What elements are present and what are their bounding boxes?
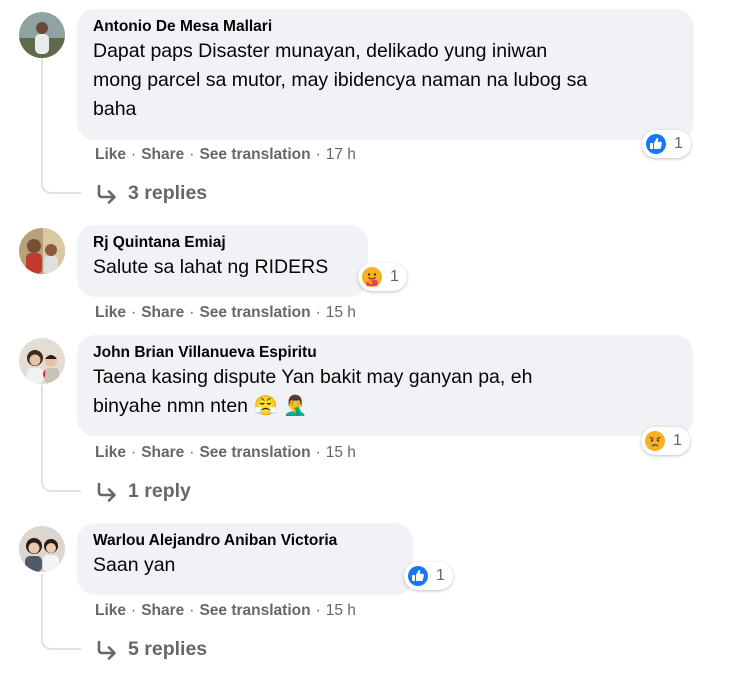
separator: ·	[315, 444, 321, 461]
share-button[interactable]: Share	[141, 146, 184, 163]
comment-timestamp[interactable]: 15 h	[326, 304, 356, 321]
reply-arrow-icon	[97, 482, 116, 502]
thread-connector	[41, 385, 43, 476]
sad-face-icon	[645, 431, 665, 451]
comment-actions: Like · Share · See translation · 15 h	[95, 303, 356, 323]
see-translation-link[interactable]: See translation	[199, 146, 310, 163]
separator: ·	[315, 304, 321, 321]
reaction-summary[interactable]: 1	[358, 263, 407, 291]
thread-connector	[41, 168, 81, 194]
comment-timestamp[interactable]: 17 h	[326, 146, 356, 163]
thread-connector	[41, 466, 81, 492]
comment-bubble: Antonio De Mesa Mallari Dapat paps Disas…	[77, 9, 694, 140]
care-hug-icon	[362, 267, 382, 287]
separator: ·	[315, 602, 321, 619]
avatar[interactable]	[19, 338, 65, 384]
comment-actions: Like · Share · See translation · 15 h	[95, 443, 356, 463]
comment-timestamp[interactable]: 15 h	[326, 602, 356, 619]
reply-arrow-icon	[97, 640, 116, 660]
comment-actions: Like · Share · See translation · 17 h	[95, 145, 356, 165]
comment-bubble: Warlou Alejandro Aniban Victoria Saan ya…	[77, 523, 413, 595]
share-button[interactable]: Share	[141, 304, 184, 321]
reaction-summary[interactable]: 1	[642, 130, 691, 158]
reaction-summary[interactable]: 1	[404, 562, 453, 590]
separator: ·	[189, 602, 195, 619]
see-translation-link[interactable]: See translation	[199, 602, 310, 619]
comment-actions: Like · Share · See translation · 15 h	[95, 601, 356, 621]
comment-text-line: Dapat paps Disaster munayan, delikado yu…	[93, 40, 548, 62]
avatar[interactable]	[19, 526, 65, 572]
comment-thread: Antonio De Mesa Mallari Dapat paps Disas…	[0, 0, 750, 675]
avatar[interactable]	[19, 228, 65, 274]
like-button[interactable]: Like	[95, 304, 126, 321]
comment-bubble: Rj Quintana Emiaj Salute sa lahat ng RID…	[77, 225, 368, 297]
reaction-count: 1	[673, 432, 682, 449]
comment-author[interactable]: John Brian Villanueva Espiritu	[93, 343, 679, 363]
comment-text: Taena kasing dispute Yan bakit may ganya…	[93, 363, 679, 421]
like-button[interactable]: Like	[95, 602, 126, 619]
comment-text-line: baha	[93, 98, 137, 120]
replies-label: 3 replies	[128, 182, 208, 204]
replies-label: 5 replies	[128, 638, 208, 660]
comment-author[interactable]: Rj Quintana Emiaj	[93, 233, 354, 253]
comment-text: Salute sa lahat ng RIDERS	[93, 253, 354, 282]
thread-connector	[41, 624, 81, 650]
separator: ·	[131, 602, 137, 619]
separator: ·	[189, 146, 195, 163]
view-replies-button[interactable]: 1 reply	[96, 480, 191, 503]
view-replies-button[interactable]: 5 replies	[96, 638, 207, 661]
comment-bubble: John Brian Villanueva Espiritu Taena kas…	[77, 335, 693, 436]
comment-timestamp[interactable]: 15 h	[326, 444, 356, 461]
reply-arrow-icon	[97, 184, 116, 204]
separator: ·	[131, 146, 137, 163]
separator: ·	[131, 304, 137, 321]
comment-text: Saan yan	[93, 551, 399, 580]
reaction-count: 1	[436, 567, 445, 584]
separator: ·	[315, 146, 321, 163]
share-button[interactable]: Share	[141, 444, 184, 461]
thread-connector	[41, 58, 43, 177]
view-replies-button[interactable]: 3 replies	[96, 182, 207, 205]
like-button[interactable]: Like	[95, 146, 126, 163]
comment-text-line: binyahe nmn nten 😤 🤦‍♂️	[93, 395, 308, 417]
thumbs-up-icon	[408, 566, 428, 586]
comment-author[interactable]: Warlou Alejandro Aniban Victoria	[93, 531, 399, 551]
share-button[interactable]: Share	[141, 602, 184, 619]
thumbs-up-icon	[646, 134, 666, 154]
comment-text: Dapat paps Disaster munayan, delikado yu…	[93, 37, 680, 124]
comment-text-line: Saan yan	[93, 554, 176, 576]
reaction-count: 1	[674, 135, 683, 152]
see-translation-link[interactable]: See translation	[199, 304, 310, 321]
comment-author[interactable]: Antonio De Mesa Mallari	[93, 17, 680, 37]
avatar[interactable]	[19, 12, 65, 58]
separator: ·	[189, 304, 195, 321]
replies-label: 1 reply	[128, 480, 191, 502]
like-button[interactable]: Like	[95, 444, 126, 461]
comment-text-line: mong parcel sa mutor, may ibidencya nama…	[93, 69, 588, 91]
comment-text-line: Taena kasing dispute Yan bakit may ganya…	[93, 366, 533, 388]
reaction-summary[interactable]: 1	[641, 427, 690, 455]
see-translation-link[interactable]: See translation	[199, 444, 310, 461]
reaction-count: 1	[390, 268, 399, 285]
separator: ·	[131, 444, 137, 461]
comment-text-line: Salute sa lahat ng RIDERS	[93, 256, 329, 278]
separator: ·	[189, 444, 195, 461]
